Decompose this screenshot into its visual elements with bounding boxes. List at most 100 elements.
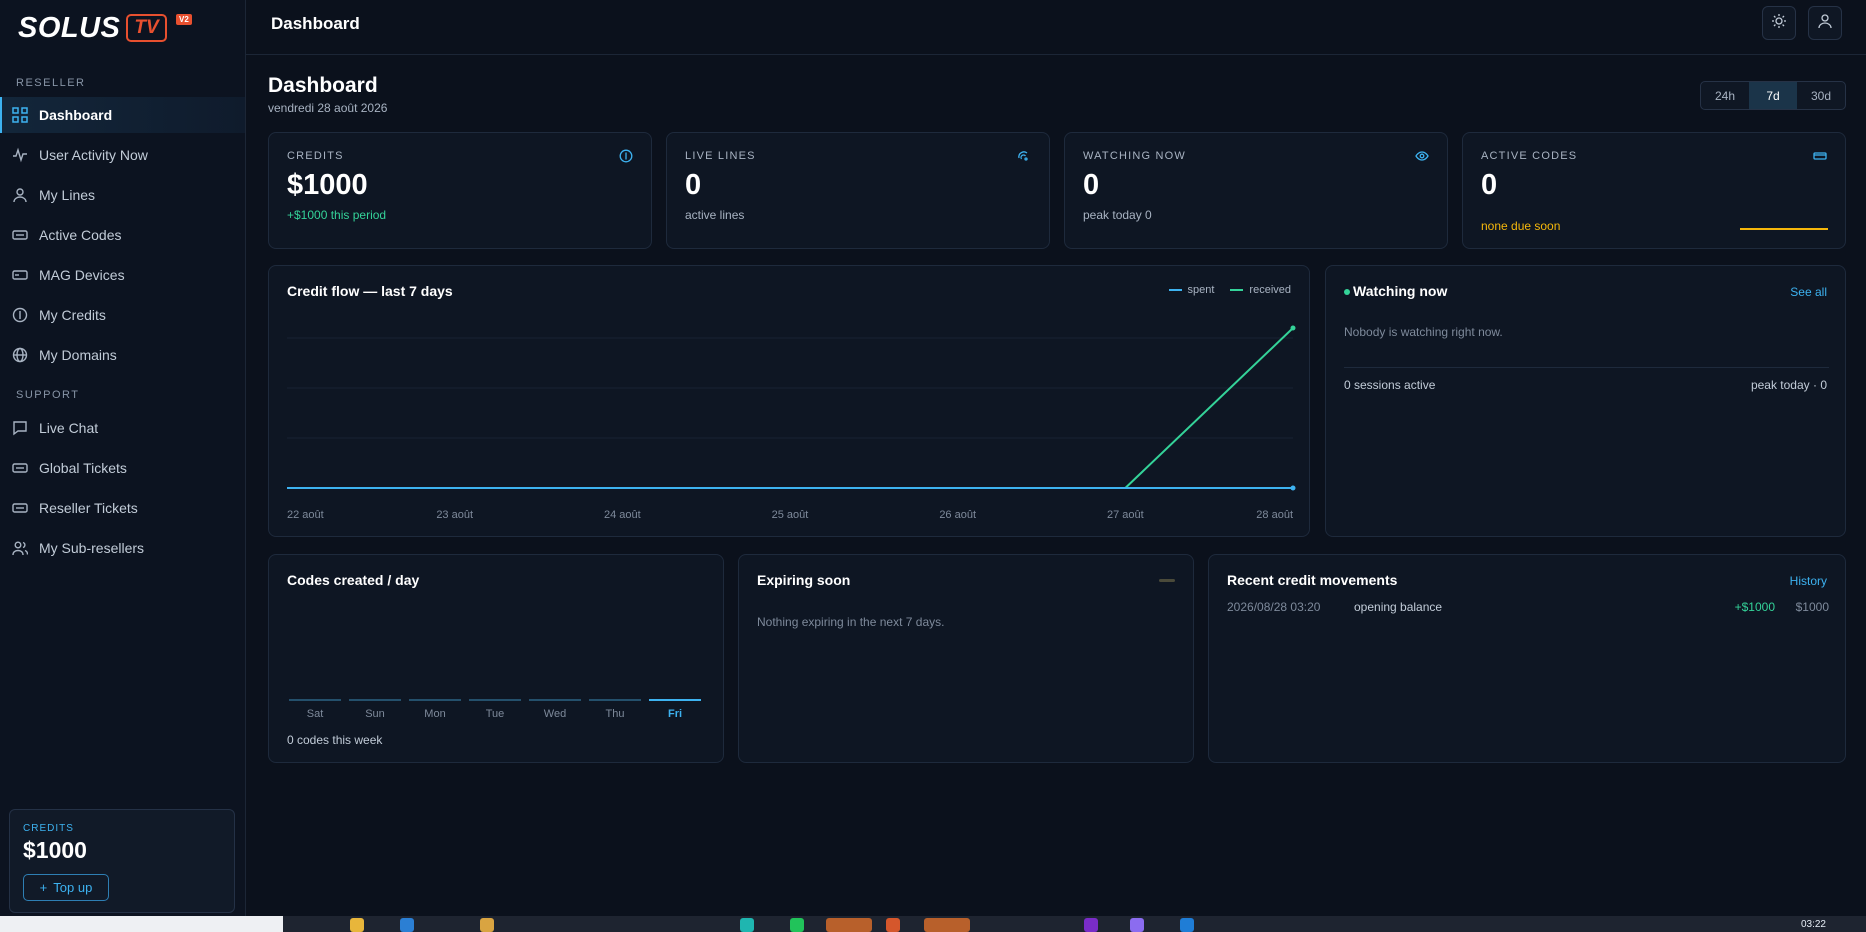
watching-empty: Nobody is watching right now. — [1344, 325, 1503, 339]
sidebar-item-label: Reseller Tickets — [39, 500, 138, 516]
app-icon[interactable] — [790, 918, 804, 932]
sidebar-item-my-credits[interactable]: My Credits — [0, 297, 245, 333]
os-taskbar: 03:22 — [0, 916, 1866, 932]
sidebar-item-mag-devices[interactable]: MAG Devices — [0, 257, 245, 293]
movement-amount: +$1000 — [1734, 600, 1775, 614]
x-tick-label: 22 août — [287, 509, 324, 521]
stat-value: 0 — [1481, 169, 1498, 201]
sidebar-item-label: My Domains — [39, 347, 117, 363]
x-tick-label: 27 août — [1107, 509, 1144, 521]
app-icon[interactable] — [924, 918, 970, 932]
sidebar-item-label: My Lines — [39, 187, 96, 203]
x-tick-label: Sun — [365, 708, 385, 720]
x-tick-label: 28 août — [1256, 509, 1293, 521]
stat-card-credits: CREDITS $1000 +$1000 this period — [268, 132, 652, 249]
credits-label: CREDITS — [23, 823, 74, 834]
collapse-icon[interactable] — [1159, 579, 1175, 582]
nav-section-reseller: RESELLER — [16, 77, 86, 89]
app-icon[interactable] — [826, 918, 872, 932]
x-tick-label: 25 août — [772, 509, 809, 521]
theme-toggle-button[interactable] — [1762, 6, 1796, 40]
sidebar-item-user-activity[interactable]: User Activity Now — [0, 137, 245, 173]
logo-tv: TV — [126, 14, 167, 42]
folder-icon[interactable] — [350, 918, 364, 932]
coin-icon — [619, 149, 633, 163]
account-button[interactable] — [1808, 6, 1842, 40]
codes-summary: 0 codes this week — [287, 733, 383, 747]
logo[interactable]: SOLUS TV V2 — [18, 12, 192, 44]
sidebar-item-global-tickets[interactable]: Global Tickets — [0, 450, 245, 486]
coin-icon — [11, 306, 29, 324]
sidebar-item-my-domains[interactable]: My Domains — [0, 337, 245, 373]
sidebar-item-label: MAG Devices — [39, 267, 125, 283]
eye-icon — [1415, 149, 1429, 163]
header-title: Dashboard — [271, 14, 360, 33]
grid-icon — [11, 106, 29, 124]
stat-label: CREDITS — [287, 150, 344, 162]
app-icon[interactable] — [1084, 918, 1098, 932]
data-point-received — [1290, 325, 1296, 331]
range-7d[interactable]: 7d — [1749, 82, 1797, 109]
sidebar-item-active-codes[interactable]: Active Codes — [0, 217, 245, 253]
time-range-selector: 24h 7d 30d — [1700, 81, 1846, 110]
sidebar-item-label: Dashboard — [39, 107, 113, 123]
bar — [649, 699, 701, 701]
top-up-button[interactable]: + Top up — [23, 874, 109, 901]
sidebar-item-label: Global Tickets — [39, 460, 127, 476]
app-icon[interactable] — [1130, 918, 1144, 932]
bar — [589, 699, 641, 701]
app-icon[interactable] — [886, 918, 900, 932]
history-link[interactable]: History — [1790, 574, 1827, 588]
app-icon[interactable] — [480, 918, 494, 932]
sidebar-item-label: My Credits — [39, 307, 106, 323]
credit-flow-card: Credit flow — last 7 days spent received… — [268, 265, 1310, 537]
sidebar-item-live-chat[interactable]: Live Chat — [0, 410, 245, 446]
activity-icon — [11, 146, 29, 164]
stat-sub: peak today 0 — [1083, 208, 1152, 222]
see-all-link[interactable]: See all — [1790, 285, 1827, 299]
credit-movements-card: Recent credit movements History 2026/08/… — [1208, 554, 1846, 763]
stat-value: 0 — [1083, 169, 1100, 201]
sidebar-item-reseller-tickets[interactable]: Reseller Tickets — [0, 490, 245, 526]
stat-value: $1000 — [287, 169, 368, 201]
globe-icon — [11, 346, 29, 364]
taskbar-search[interactable] — [0, 916, 283, 932]
x-tick-label: Wed — [544, 708, 566, 720]
range-30d[interactable]: 30d — [1797, 82, 1845, 109]
x-tick-label: Sat — [307, 708, 324, 720]
live-dot-icon — [1344, 289, 1350, 295]
user-icon — [1817, 13, 1833, 34]
page-title: Dashboard — [268, 74, 378, 97]
movement-balance: $1000 — [1795, 600, 1829, 614]
app-icon[interactable] — [740, 918, 754, 932]
expiring-title: Expiring soon — [757, 572, 851, 588]
version-badge: V2 — [176, 14, 192, 25]
x-tick-label: Fri — [668, 708, 682, 720]
ticket-icon — [11, 226, 29, 244]
stat-sub: active lines — [685, 208, 745, 222]
stat-label: WATCHING NOW — [1083, 150, 1186, 162]
app-icon[interactable] — [1180, 918, 1194, 932]
movement-date: 2026/08/28 03:20 — [1227, 600, 1321, 614]
taskbar-clock: 03:22 — [1800, 919, 1826, 930]
bar — [529, 699, 581, 701]
sidebar-item-label: Live Chat — [39, 420, 99, 436]
x-tick-label: Tue — [486, 708, 505, 720]
stat-sub: none due soon — [1481, 219, 1561, 233]
codes-sparkline — [1740, 228, 1828, 230]
sidebar-item-my-lines[interactable]: My Lines — [0, 177, 245, 213]
card-icon — [1813, 149, 1827, 163]
watching-now-card: Watching now See all Nobody is watching … — [1325, 265, 1846, 537]
bar — [349, 699, 401, 701]
movements-title: Recent credit movements — [1227, 572, 1398, 588]
sessions-active: 0 sessions active — [1344, 378, 1436, 392]
watching-title: Watching now — [1353, 283, 1448, 299]
app-icon[interactable] — [400, 918, 414, 932]
range-24h[interactable]: 24h — [1701, 82, 1749, 109]
stat-label: LIVE LINES — [685, 150, 756, 162]
sidebar-item-sub-resellers[interactable]: My Sub-resellers — [0, 530, 245, 566]
sidebar: SOLUS TV V2 RESELLER Dashboard User Acti… — [0, 0, 246, 916]
divider — [1344, 367, 1829, 368]
sidebar-item-dashboard[interactable]: Dashboard — [0, 97, 245, 133]
expiring-empty: Nothing expiring in the next 7 days. — [757, 615, 945, 629]
